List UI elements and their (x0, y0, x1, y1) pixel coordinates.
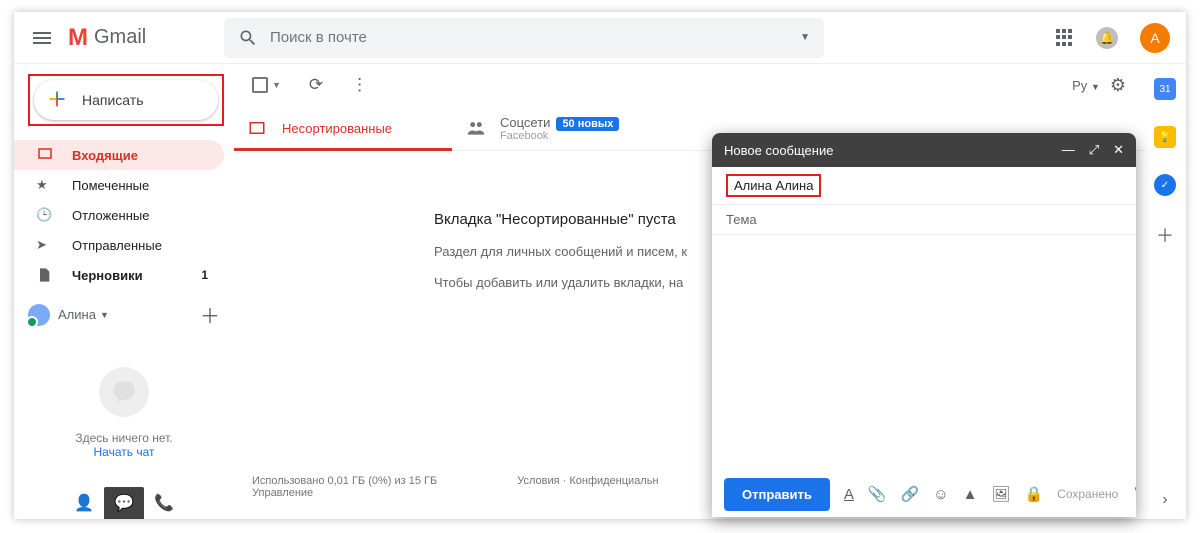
hangouts-empty: Здесь ничего нет. Начать чат (14, 367, 234, 459)
sidebar: Написать Входящие ★ Помеченные 🕒 Отложен… (14, 64, 234, 519)
sidebar-item-drafts[interactable]: Черновики 1 (14, 260, 224, 290)
tab-primary[interactable]: Несортированные (234, 106, 452, 150)
new-chat-icon[interactable]: ＋ (200, 300, 220, 329)
minimize-icon[interactable]: — (1062, 142, 1075, 158)
tasks-addon-icon[interactable]: ✓ (1154, 174, 1176, 196)
attach-icon[interactable]: 📎 (868, 485, 887, 503)
sidebar-item-snoozed[interactable]: 🕒 Отложенные (14, 200, 224, 230)
storage-manage-link[interactable]: Управление (252, 487, 313, 499)
sidebar-item-sent[interactable]: ➤ Отправленные (14, 230, 224, 260)
compose-button[interactable]: Написать (34, 80, 218, 120)
emoji-icon[interactable]: ☺ (933, 486, 948, 503)
discard-icon[interactable]: 🗑 (1132, 485, 1136, 503)
start-chat-link[interactable]: Начать чат (94, 445, 155, 459)
send-button[interactable]: Отправить (724, 478, 830, 511)
draft-icon (36, 267, 58, 283)
terms-link[interactable]: Условия (517, 475, 559, 487)
privacy-link[interactable]: Конфиденциальн (569, 475, 658, 487)
send-icon: ➤ (36, 237, 58, 253)
social-tab-icon (466, 118, 488, 138)
plus-icon (46, 88, 68, 110)
hangouts-user[interactable]: Алина ▼ ＋ (14, 290, 234, 329)
search-input[interactable] (270, 29, 800, 46)
compose-label: Написать (82, 92, 143, 108)
refresh-icon[interactable]: ⟳ (309, 75, 323, 95)
contacts-tab-icon[interactable]: 👤 (64, 487, 104, 519)
storage-text: Использовано 0,01 ГБ (0%) из 15 ГБ (252, 475, 437, 487)
drive-icon[interactable]: ▲ (963, 486, 978, 503)
select-caret-icon[interactable]: ▼ (272, 80, 281, 90)
hangouts-icon (99, 367, 149, 417)
subject-field[interactable]: Тема (712, 205, 1136, 235)
calendar-addon-icon[interactable]: 31 (1154, 78, 1176, 100)
apps-icon[interactable] (1056, 29, 1074, 47)
confidential-icon[interactable]: 🔒 (1024, 485, 1043, 503)
gmail-logo: M Gmail (68, 24, 224, 52)
star-icon: ★ (36, 177, 58, 193)
account-avatar[interactable]: А (1140, 23, 1170, 53)
hangouts-tab-icon[interactable]: 💬 (104, 487, 144, 519)
clock-icon: 🕒 (36, 207, 58, 223)
link-icon[interactable]: 🔗 (901, 485, 920, 503)
caret-down-icon: ▼ (100, 310, 109, 320)
phone-tab-icon[interactable]: 📞 (144, 487, 184, 519)
sidebar-item-starred[interactable]: ★ Помеченные (14, 170, 224, 200)
recipient-highlight: Алина Алина (726, 174, 821, 197)
tab-social[interactable]: Соцсети50 новых Facebook (452, 106, 670, 150)
compose-body[interactable] (712, 235, 1136, 471)
inbox-icon (36, 146, 58, 164)
input-tools[interactable]: Ру ▼ (1072, 78, 1100, 93)
side-panel: 31 💡 ✓ ＋ › (1144, 64, 1186, 519)
more-icon[interactable]: ⋮ (351, 75, 368, 95)
compose-title: Новое сообщение (724, 143, 833, 158)
user-avatar-icon (28, 304, 50, 326)
main-menu-icon[interactable] (30, 26, 54, 50)
search-options-caret-icon[interactable]: ▼ (800, 32, 810, 43)
compose-window: Новое сообщение — ⤢ ✕ Алина Алина Тема О… (712, 133, 1136, 517)
search-icon (238, 28, 258, 48)
fullscreen-icon[interactable]: ⤢ (1089, 142, 1099, 158)
keep-addon-icon[interactable]: 💡 (1154, 126, 1176, 148)
search-bar[interactable]: ▼ (224, 18, 824, 58)
notifications-icon[interactable]: 🔔 (1096, 27, 1118, 49)
recipient-field[interactable]: Алина Алина (712, 167, 1136, 205)
select-all-checkbox[interactable] (252, 77, 268, 93)
add-addon-icon[interactable]: ＋ (1154, 222, 1176, 244)
close-icon[interactable]: ✕ (1113, 142, 1124, 158)
format-icon[interactable]: A (844, 486, 854, 503)
sidebar-item-inbox[interactable]: Входящие (14, 140, 224, 170)
image-icon[interactable]: 🖼 (991, 485, 1010, 503)
saved-label: Сохранено (1057, 487, 1118, 501)
primary-tab-icon (248, 119, 270, 137)
compose-highlight: Написать (28, 74, 224, 126)
collapse-panel-icon[interactable]: › (1162, 491, 1167, 509)
settings-icon[interactable]: ⚙ (1110, 75, 1126, 96)
